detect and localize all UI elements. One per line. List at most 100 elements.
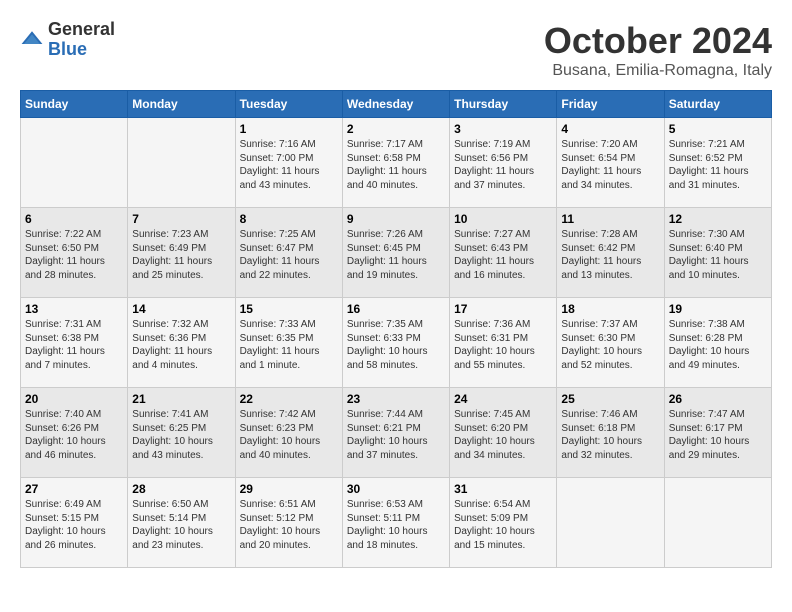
day-number: 20 bbox=[25, 392, 123, 406]
day-number: 23 bbox=[347, 392, 445, 406]
day-info: Sunrise: 7:41 AMSunset: 6:25 PMDaylight:… bbox=[132, 408, 230, 462]
day-number: 5 bbox=[669, 122, 767, 136]
calendar-cell: 26 Sunrise: 7:47 AMSunset: 6:17 PMDayligh… bbox=[664, 388, 771, 478]
logo-icon bbox=[20, 28, 44, 52]
day-info: Sunrise: 7:32 AMSunset: 6:36 PMDaylight:… bbox=[132, 318, 230, 372]
calendar-cell: 20Sunrise: 7:40 AMSunset: 6:26 PMDayligh… bbox=[21, 388, 128, 478]
calendar-week-row: 1 Sunrise: 7:16 AMSunset: 7:00 PMDaylight… bbox=[21, 118, 772, 208]
day-info: Sunrise: 7:38 AMSunset: 6:28 PMDaylight:… bbox=[669, 318, 767, 372]
calendar-week-row: 6 Sunrise: 7:22 AMSunset: 6:50 PMDaylight… bbox=[21, 208, 772, 298]
logo-blue: Blue bbox=[48, 40, 115, 60]
calendar-cell: 28 Sunrise: 6:50 AMSunset: 5:14 PMDayligh… bbox=[128, 478, 235, 568]
day-number: 1 bbox=[240, 122, 338, 136]
day-info: Sunrise: 7:46 AMSunset: 6:18 PMDaylight:… bbox=[561, 408, 659, 462]
day-number: 8 bbox=[240, 212, 338, 226]
day-info: Sunrise: 7:31 AMSunset: 6:38 PMDaylight:… bbox=[25, 318, 123, 372]
logo-text: General Blue bbox=[48, 20, 115, 60]
day-number: 6 bbox=[25, 212, 123, 226]
day-info: Sunrise: 7:17 AMSunset: 6:58 PMDaylight:… bbox=[347, 138, 445, 192]
calendar-table: SundayMondayTuesdayWednesdayThursdayFrid… bbox=[20, 90, 772, 568]
day-number: 24 bbox=[454, 392, 552, 406]
calendar-week-row: 20Sunrise: 7:40 AMSunset: 6:26 PMDayligh… bbox=[21, 388, 772, 478]
calendar-cell: 24Sunrise: 7:45 AMSunset: 6:20 PMDayligh… bbox=[450, 388, 557, 478]
logo-general: General bbox=[48, 20, 115, 40]
title-section: October 2024 Busana, Emilia-Romagna, Ita… bbox=[544, 20, 772, 80]
calendar-cell: 10 Sunrise: 7:27 AMSunset: 6:43 PMDayligh… bbox=[450, 208, 557, 298]
day-info: Sunrise: 6:49 AMSunset: 5:15 PMDaylight:… bbox=[25, 498, 123, 552]
day-info: Sunrise: 7:30 AMSunset: 6:40 PMDaylight:… bbox=[669, 228, 767, 282]
calendar-cell: 22 Sunrise: 7:42 AMSunset: 6:23 PMDayligh… bbox=[235, 388, 342, 478]
day-info: Sunrise: 7:16 AMSunset: 7:00 PMDaylight:… bbox=[240, 138, 338, 192]
calendar-cell: 19 Sunrise: 7:38 AMSunset: 6:28 PMDayligh… bbox=[664, 298, 771, 388]
calendar-cell: 21Sunrise: 7:41 AMSunset: 6:25 PMDayligh… bbox=[128, 388, 235, 478]
calendar-cell: 9Sunrise: 7:26 AMSunset: 6:45 PMDaylight… bbox=[342, 208, 449, 298]
header-day: Thursday bbox=[450, 91, 557, 118]
day-number: 29 bbox=[240, 482, 338, 496]
day-info: Sunrise: 7:42 AMSunset: 6:23 PMDaylight:… bbox=[240, 408, 338, 462]
calendar-week-row: 13Sunrise: 7:31 AMSunset: 6:38 PMDayligh… bbox=[21, 298, 772, 388]
calendar-cell: 29 Sunrise: 6:51 AMSunset: 5:12 PMDayligh… bbox=[235, 478, 342, 568]
header-day: Saturday bbox=[664, 91, 771, 118]
calendar-cell: 4 Sunrise: 7:20 AMSunset: 6:54 PMDaylight… bbox=[557, 118, 664, 208]
day-info: Sunrise: 7:22 AMSunset: 6:50 PMDaylight:… bbox=[25, 228, 123, 282]
day-info: Sunrise: 7:47 AMSunset: 6:17 PMDaylight:… bbox=[669, 408, 767, 462]
header-day: Wednesday bbox=[342, 91, 449, 118]
day-info: Sunrise: 6:50 AMSunset: 5:14 PMDaylight:… bbox=[132, 498, 230, 552]
day-info: Sunrise: 7:28 AMSunset: 6:42 PMDaylight:… bbox=[561, 228, 659, 282]
day-number: 12 bbox=[669, 212, 767, 226]
day-number: 27 bbox=[25, 482, 123, 496]
day-info: Sunrise: 7:20 AMSunset: 6:54 PMDaylight:… bbox=[561, 138, 659, 192]
calendar-cell: 8 Sunrise: 7:25 AMSunset: 6:47 PMDaylight… bbox=[235, 208, 342, 298]
day-info: Sunrise: 7:37 AMSunset: 6:30 PMDaylight:… bbox=[561, 318, 659, 372]
header-day: Monday bbox=[128, 91, 235, 118]
calendar-cell: 14Sunrise: 7:32 AMSunset: 6:36 PMDayligh… bbox=[128, 298, 235, 388]
day-number: 19 bbox=[669, 302, 767, 316]
day-info: Sunrise: 7:25 AMSunset: 6:47 PMDaylight:… bbox=[240, 228, 338, 282]
day-number: 16 bbox=[347, 302, 445, 316]
day-number: 28 bbox=[132, 482, 230, 496]
calendar-cell: 18 Sunrise: 7:37 AMSunset: 6:30 PMDayligh… bbox=[557, 298, 664, 388]
day-number: 3 bbox=[454, 122, 552, 136]
header-day: Friday bbox=[557, 91, 664, 118]
day-number: 22 bbox=[240, 392, 338, 406]
day-number: 15 bbox=[240, 302, 338, 316]
calendar-cell: 3 Sunrise: 7:19 AMSunset: 6:56 PMDaylight… bbox=[450, 118, 557, 208]
calendar-cell bbox=[21, 118, 128, 208]
calendar-week-row: 27 Sunrise: 6:49 AMSunset: 5:15 PMDayligh… bbox=[21, 478, 772, 568]
month-title: October 2024 bbox=[544, 20, 772, 62]
header: General Blue October 2024 Busana, Emilia… bbox=[20, 20, 772, 80]
day-number: 25 bbox=[561, 392, 659, 406]
day-info: Sunrise: 7:27 AMSunset: 6:43 PMDaylight:… bbox=[454, 228, 552, 282]
day-number: 7 bbox=[132, 212, 230, 226]
day-info: Sunrise: 7:19 AMSunset: 6:56 PMDaylight:… bbox=[454, 138, 552, 192]
header-row: SundayMondayTuesdayWednesdayThursdayFrid… bbox=[21, 91, 772, 118]
logo: General Blue bbox=[20, 20, 115, 60]
day-info: Sunrise: 7:44 AMSunset: 6:21 PMDaylight:… bbox=[347, 408, 445, 462]
calendar-cell: 31Sunrise: 6:54 AMSunset: 5:09 PMDayligh… bbox=[450, 478, 557, 568]
day-info: Sunrise: 6:51 AMSunset: 5:12 PMDaylight:… bbox=[240, 498, 338, 552]
calendar-cell: 15Sunrise: 7:33 AMSunset: 6:35 PMDayligh… bbox=[235, 298, 342, 388]
day-number: 11 bbox=[561, 212, 659, 226]
day-number: 26 bbox=[669, 392, 767, 406]
calendar-cell: 13Sunrise: 7:31 AMSunset: 6:38 PMDayligh… bbox=[21, 298, 128, 388]
day-number: 18 bbox=[561, 302, 659, 316]
day-number: 4 bbox=[561, 122, 659, 136]
calendar-cell: 6 Sunrise: 7:22 AMSunset: 6:50 PMDaylight… bbox=[21, 208, 128, 298]
day-number: 31 bbox=[454, 482, 552, 496]
calendar-cell: 25 Sunrise: 7:46 AMSunset: 6:18 PMDayligh… bbox=[557, 388, 664, 478]
calendar-cell: 23 Sunrise: 7:44 AMSunset: 6:21 PMDayligh… bbox=[342, 388, 449, 478]
day-info: Sunrise: 7:23 AMSunset: 6:49 PMDaylight:… bbox=[132, 228, 230, 282]
day-number: 10 bbox=[454, 212, 552, 226]
day-info: Sunrise: 7:21 AMSunset: 6:52 PMDaylight:… bbox=[669, 138, 767, 192]
calendar-cell: 17 Sunrise: 7:36 AMSunset: 6:31 PMDayligh… bbox=[450, 298, 557, 388]
day-number: 17 bbox=[454, 302, 552, 316]
day-info: Sunrise: 7:36 AMSunset: 6:31 PMDaylight:… bbox=[454, 318, 552, 372]
calendar-cell: 2Sunrise: 7:17 AMSunset: 6:58 PMDaylight… bbox=[342, 118, 449, 208]
header-day: Tuesday bbox=[235, 91, 342, 118]
location-title: Busana, Emilia-Romagna, Italy bbox=[544, 62, 772, 80]
calendar-cell: 11 Sunrise: 7:28 AMSunset: 6:42 PMDayligh… bbox=[557, 208, 664, 298]
calendar-cell: 12 Sunrise: 7:30 AMSunset: 6:40 PMDayligh… bbox=[664, 208, 771, 298]
header-day: Sunday bbox=[21, 91, 128, 118]
calendar-cell: 30Sunrise: 6:53 AMSunset: 5:11 PMDayligh… bbox=[342, 478, 449, 568]
calendar-cell: 1 Sunrise: 7:16 AMSunset: 7:00 PMDaylight… bbox=[235, 118, 342, 208]
